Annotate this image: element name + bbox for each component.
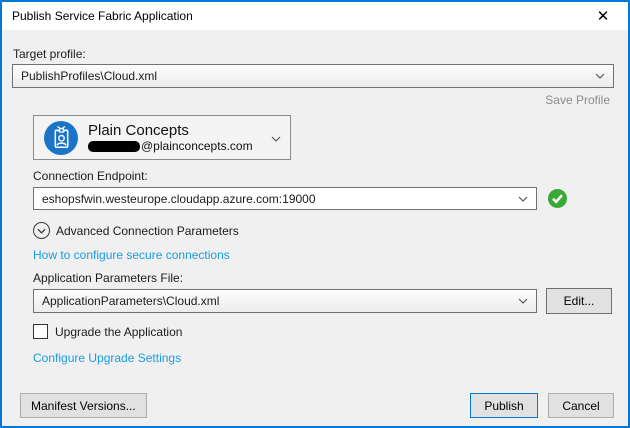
redacted-email-prefix bbox=[88, 141, 140, 152]
configure-upgrade-settings-link[interactable]: Configure Upgrade Settings bbox=[33, 351, 181, 365]
chevron-down-icon bbox=[595, 73, 605, 79]
application-parameters-dropdown[interactable]: ApplicationParameters\Cloud.xml bbox=[33, 289, 537, 313]
account-email-suffix: @plainconcepts.com bbox=[141, 139, 253, 153]
advanced-parameters-expander[interactable]: Advanced Connection Parameters bbox=[33, 222, 239, 239]
edit-button[interactable]: Edit... bbox=[546, 288, 612, 314]
titlebar: Publish Service Fabric Application ✕ bbox=[2, 2, 628, 30]
account-name: Plain Concepts bbox=[88, 122, 253, 139]
upgrade-application-checkbox[interactable] bbox=[33, 324, 48, 339]
account-badge-icon bbox=[43, 120, 79, 156]
chevron-down-icon bbox=[518, 298, 528, 304]
application-parameters-label: Application Parameters File: bbox=[33, 271, 183, 285]
target-profile-label: Target profile: bbox=[13, 47, 86, 61]
connection-endpoint-input[interactable]: eshopsfwin.westeurope.cloudapp.azure.com… bbox=[33, 187, 537, 210]
connection-endpoint-value: eshopsfwin.westeurope.cloudapp.azure.com… bbox=[42, 192, 316, 206]
secure-connections-link[interactable]: How to configure secure connections bbox=[33, 248, 230, 262]
publish-dialog: Publish Service Fabric Application ✕ Tar… bbox=[0, 0, 630, 428]
target-profile-dropdown[interactable]: PublishProfiles\Cloud.xml bbox=[12, 64, 614, 88]
save-profile-link[interactable]: Save Profile bbox=[545, 93, 610, 107]
target-profile-value: PublishProfiles\Cloud.xml bbox=[21, 69, 157, 83]
advanced-parameters-label: Advanced Connection Parameters bbox=[56, 224, 239, 238]
connection-endpoint-label: Connection Endpoint: bbox=[33, 169, 148, 183]
upgrade-application-row: Upgrade the Application bbox=[33, 324, 182, 339]
cancel-button[interactable]: Cancel bbox=[548, 393, 614, 418]
close-icon[interactable]: ✕ bbox=[588, 4, 618, 28]
account-selector[interactable]: Plain Concepts @plainconcepts.com bbox=[33, 115, 291, 160]
upgrade-application-label: Upgrade the Application bbox=[55, 325, 182, 339]
application-parameters-value: ApplicationParameters\Cloud.xml bbox=[42, 294, 219, 308]
chevron-down-icon bbox=[271, 131, 281, 145]
chevron-down-icon[interactable] bbox=[518, 196, 528, 202]
publish-button[interactable]: Publish bbox=[470, 393, 538, 418]
connection-valid-check-icon bbox=[548, 189, 567, 208]
window-title: Publish Service Fabric Application bbox=[12, 9, 193, 23]
circled-chevron-down-icon[interactable] bbox=[33, 222, 50, 239]
manifest-versions-button[interactable]: Manifest Versions... bbox=[20, 393, 147, 418]
account-email: @plainconcepts.com bbox=[88, 139, 253, 153]
